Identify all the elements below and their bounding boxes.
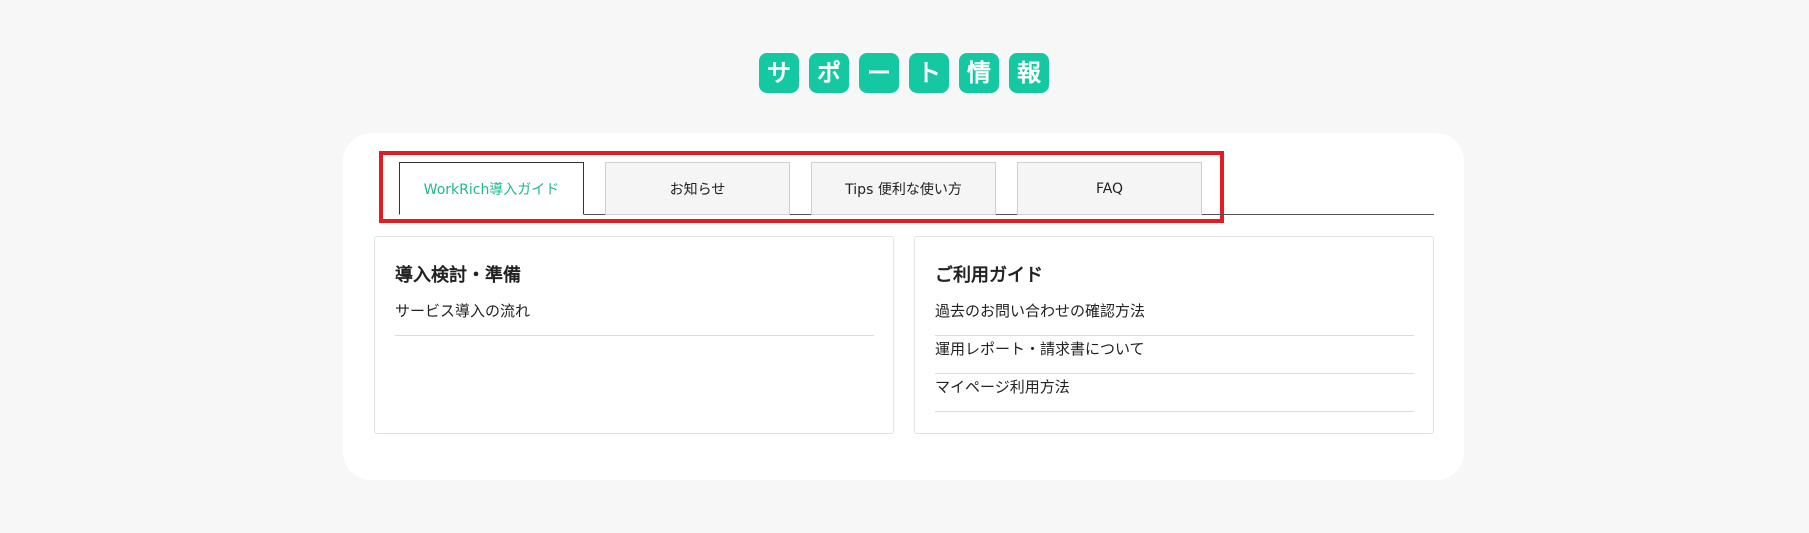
card-link-mypage-usage[interactable]: マイページ利用方法 (935, 374, 1414, 412)
support-panel: WorkRich導入ガイド お知らせ Tips 便利な使い方 FAQ 導入検討・… (343, 133, 1464, 480)
page-title-char: 情 (959, 53, 999, 93)
page-title-char: ポ (809, 53, 849, 93)
card-link-service-flow[interactable]: サービス導入の流れ (395, 298, 874, 336)
page-title-char: 報 (1009, 53, 1049, 93)
card-link-list: 過去のお問い合わせの確認方法 運用レポート・請求書について マイページ利用方法 (935, 298, 1414, 412)
card-link-list: サービス導入の流れ (395, 298, 874, 336)
card-link-report-invoice[interactable]: 運用レポート・請求書について (935, 336, 1414, 374)
card-usage-guide: ご利用ガイド 過去のお問い合わせの確認方法 運用レポート・請求書について マイペ… (914, 236, 1434, 434)
page-title-char: ー (859, 53, 899, 93)
card-link-inquiry-history[interactable]: 過去のお問い合わせの確認方法 (935, 298, 1414, 336)
page-title-char: ト (909, 53, 949, 93)
card-preparation: 導入検討・準備 サービス導入の流れ (374, 236, 894, 434)
tab-news[interactable]: お知らせ (605, 162, 790, 215)
card-title: 導入検討・準備 (395, 265, 521, 286)
card-title: ご利用ガイド (935, 265, 1043, 286)
page-title-char: サ (759, 53, 799, 93)
tab-tips[interactable]: Tips 便利な使い方 (811, 162, 996, 215)
tab-workrich-guide[interactable]: WorkRich導入ガイド (399, 162, 584, 215)
page-title: サ ポ ー ト 情 報 (759, 53, 1049, 93)
tab-faq[interactable]: FAQ (1017, 162, 1202, 215)
